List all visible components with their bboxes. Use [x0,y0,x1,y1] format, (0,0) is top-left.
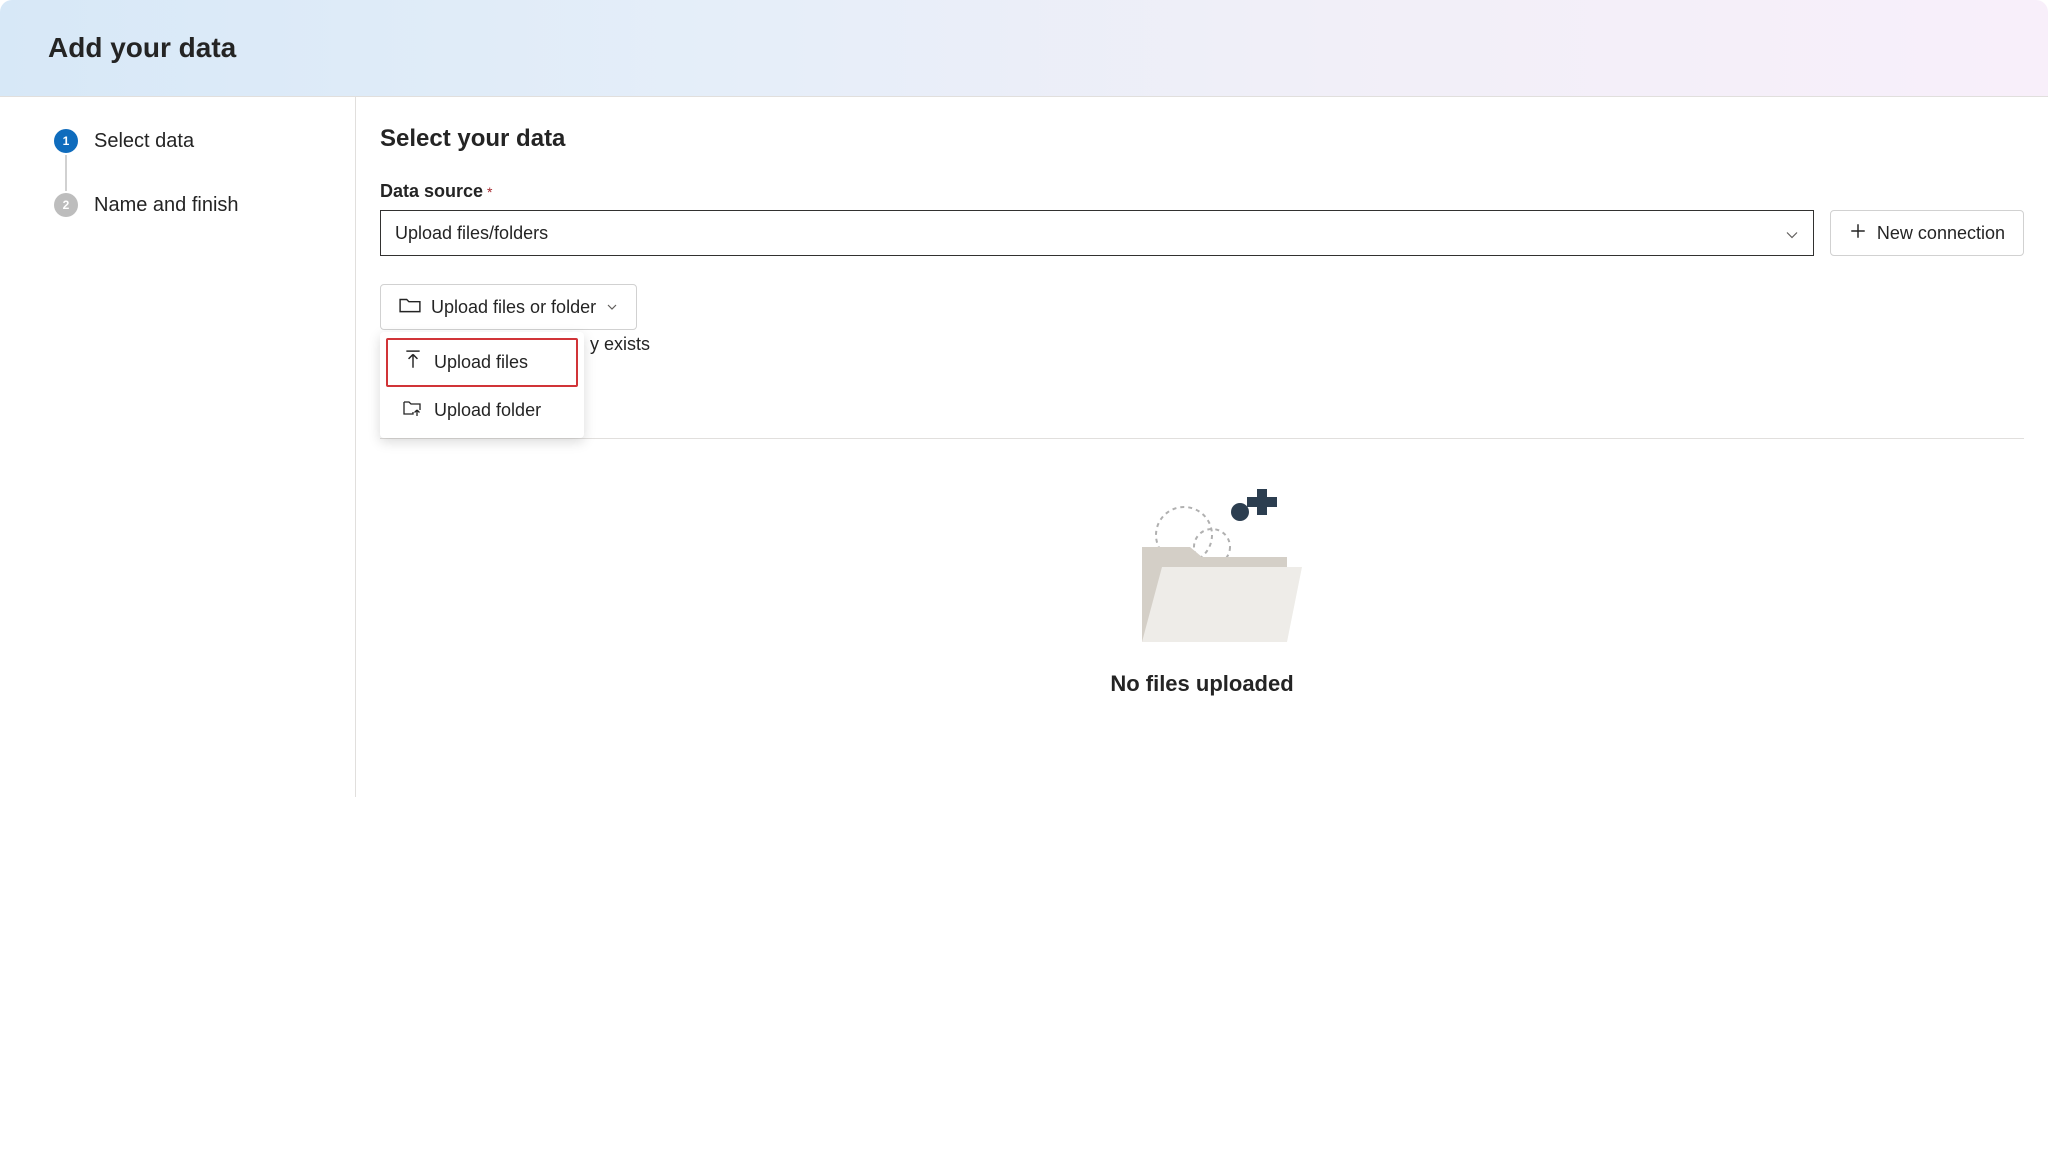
panel-title: Select your data [380,125,2024,153]
folder-upload-icon [402,399,422,422]
upload-button-label: Upload files or folder [431,297,596,318]
upload-files-folder-button[interactable]: Upload files or folder [380,284,637,330]
new-connection-label: New connection [1877,223,2005,244]
upload-arrow-icon [404,350,422,375]
new-connection-button[interactable]: New connection [1830,210,2024,256]
overwrite-checkbox-label-partial: y exists [590,334,650,355]
data-source-row: Upload files/folders New connection [380,210,2024,256]
data-source-label-row: Data source* [380,181,2024,210]
chevron-down-icon [606,297,618,318]
data-source-value: Upload files/folders [395,223,548,244]
data-source-label: Data source [380,181,483,202]
empty-state-text: No files uploaded [1110,671,1293,697]
dialog-body: 1 Select data 2 Name and finish Select y… [0,97,2048,797]
wizard-step-name-finish[interactable]: 2 Name and finish [54,193,331,217]
main-panel: Select your data Data source* Upload fil… [356,97,2048,797]
upload-dropdown: Upload files Upload folder [380,332,584,438]
step-connector [65,155,67,191]
step-number-badge: 1 [54,129,78,153]
data-source-select[interactable]: Upload files/folders [380,210,1814,256]
dialog-title: Add your data [48,32,2000,64]
dialog-header: Add your data [0,0,2048,97]
step-number-badge: 2 [54,193,78,217]
upload-files-label: Upload files [434,352,528,373]
upload-folder-option[interactable]: Upload folder [386,389,578,432]
empty-state: No files uploaded [380,463,2024,697]
step-label: Select data [94,130,194,153]
wizard-sidebar: 1 Select data 2 Name and finish [0,97,356,797]
upload-area: Upload files or folder y exists Upload f… [380,284,2024,330]
wizard-step-select-data[interactable]: 1 Select data [54,129,331,153]
section-divider [380,438,2024,439]
plus-icon [1849,222,1867,245]
upload-folder-label: Upload folder [434,400,541,421]
upload-files-option[interactable]: Upload files [386,338,578,387]
folder-icon [399,296,421,319]
step-label: Name and finish [94,194,239,217]
required-indicator: * [487,184,492,200]
chevron-down-icon [1785,226,1799,240]
empty-folder-illustration [1112,467,1292,647]
